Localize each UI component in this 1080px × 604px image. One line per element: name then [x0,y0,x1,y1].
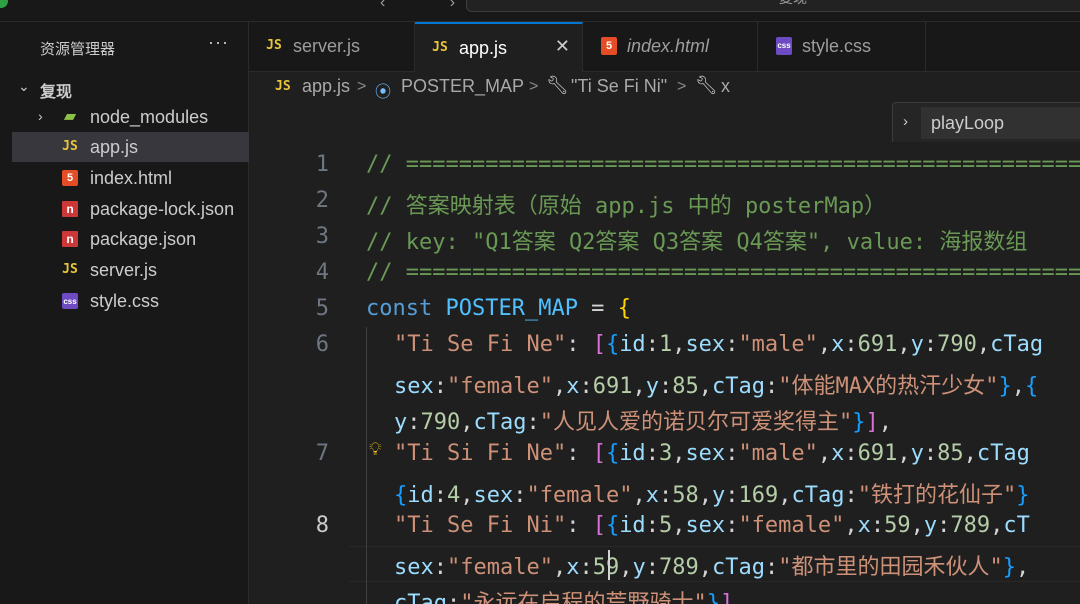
code-line: cTag:"永远在启程的荒野骑士"}], [394,591,747,604]
wrench-icon: 🔧︎ [695,75,718,95]
more-actions-icon[interactable]: ··· [208,32,229,53]
tree-item-package-lock-json[interactable]: n package-lock.json [12,194,249,224]
command-center-label: 复现 [779,0,807,8]
js-file-icon: JS [275,79,291,94]
code-editor[interactable]: 1 2 3 4 5 6 7 8 💡︎ // ==================… [249,102,1080,604]
npm-file-icon: n [62,201,78,217]
js-file-icon: JS [432,40,448,55]
code-line: "Ti Si Fi Ne": [{id:3,sex:"male",x:691,y… [394,441,1030,466]
code-line: "Ti Se Fi Ne": [{id:1,sex:"male",x:691,y… [394,332,1044,357]
chevron-right-icon: › [903,113,908,130]
tree-item-node-modules[interactable]: › ▰ node_modules [12,102,249,132]
explorer-header: 资源管理器 ··· [12,22,249,72]
tab-label: style.css [802,36,872,56]
sticky-scroll-widget[interactable]: › playLoop [892,102,1080,142]
tab-style-css[interactable]: css style.css [758,22,926,72]
line-number: 5 [315,296,329,321]
breadcrumb-separator: > [357,78,367,95]
js-file-icon: JS [62,262,78,277]
line-number: 2 [315,188,329,213]
breadcrumb-file[interactable]: app.js [302,76,350,97]
explorer-title: 资源管理器 [40,41,116,58]
breadcrumb-separator: > [677,78,687,95]
tree-item-package-json[interactable]: n package.json [12,224,249,254]
symbol-variable-icon: ⦿ [375,84,392,101]
line-number: 3 [315,224,329,249]
tree-item-server-js[interactable]: JS server.js [12,255,249,285]
explorer-sidebar: 资源管理器 ··· ⌄ 复现 › ▰ node_modules JS app.j… [12,22,249,604]
line-number: 1 [315,152,329,177]
line-number: 6 [315,332,329,357]
sticky-scroll-label: playLoop [921,107,1080,139]
breadcrumb: JS app.js > ⦿ POSTER_MAP > 🔧︎ "Ti Se Fi … [249,72,1080,102]
html-file-icon: 5 [62,170,78,186]
root-folder[interactable]: ⌄ 复现 [12,74,249,102]
breadcrumb-symbol[interactable]: POSTER_MAP [401,76,524,97]
css-file-icon: css [62,293,78,309]
chevron-right-icon: › [38,108,43,124]
code-line: // 答案映射表（原始 app.js 中的 posterMap） [366,194,887,219]
indent-guide [366,327,367,604]
tree-item-label: package.json [90,229,197,249]
html-file-icon: 5 [601,37,617,55]
tree-item-label: package-lock.json [90,199,235,219]
tab-label: app.js [459,38,508,58]
window-maximize-dot[interactable] [0,0,8,8]
command-center-search[interactable]: 复现 [466,0,1080,12]
code-line: // =====================================… [366,260,1080,285]
tree-item-label: index.html [90,168,173,188]
chevron-down-icon: ⌄ [18,78,30,94]
code-line: y:790,cTag:"人见人爱的诺贝尔可爱奖得主"}], [394,410,892,435]
code-line: sex:"female",x:59,y:789,cTag:"都市里的田园禾伙人"… [394,555,1030,580]
tree-item-label: app.js [90,137,139,157]
js-file-icon: JS [62,139,78,154]
activity-bar [0,22,12,604]
root-folder-label: 复现 [40,84,73,101]
tree-item-label: node_modules [90,107,209,127]
code-line: // key: "Q1答案 Q2答案 Q3答案 Q4答案", value: 海报… [366,230,1028,255]
folder-icon: ▰ [63,108,77,125]
tab-server-js[interactable]: JS server.js [249,22,415,72]
tree-item-app-js[interactable]: JS app.js [12,132,249,162]
tab-label: server.js [293,36,361,56]
line-number: 4 [315,260,329,285]
line-number: 8 [315,513,329,538]
tree-item-label: server.js [90,260,158,280]
tree-item-style-css[interactable]: css style.css [12,286,249,316]
tree-item-index-html[interactable]: 5 index.html [12,163,249,193]
code-line: {id:4,sex:"female",x:58,y:169,cTag:"铁打的花… [394,483,1030,508]
breadcrumb-symbol[interactable]: "Ti Se Fi Ni" [571,76,667,97]
code-line: "Ti Se Fi Ni": [{id:5,sex:"female",x:59,… [394,513,1030,538]
close-icon[interactable]: ✕ [555,36,570,57]
breadcrumb-symbol[interactable]: x [721,76,730,97]
tree-item-label: style.css [90,291,160,311]
code-line: sex:"female",x:691,y:85,cTag:"体能MAX的热汗少女… [394,374,1039,399]
editor-tab-bar: JS server.js JS app.js ✕ 5 index.html cs… [249,22,1080,73]
npm-file-icon: n [62,231,78,247]
tab-app-js[interactable]: JS app.js ✕ [415,22,583,73]
tab-label: index.html [627,36,710,56]
code-line: const POSTER_MAP = { [366,296,631,321]
text-cursor [608,550,610,580]
title-bar: ‹ › 复现 [0,0,1080,22]
css-file-icon: css [776,37,792,55]
wrench-icon: 🔧︎ [546,75,569,95]
line-number: 7 [315,441,329,466]
js-file-icon: JS [266,38,282,53]
breadcrumb-separator: > [529,78,539,95]
tab-index-html[interactable]: 5 index.html [583,22,758,72]
lightbulb-icon[interactable]: 💡︎ [369,439,382,460]
code-line: // =====================================… [366,152,1080,177]
